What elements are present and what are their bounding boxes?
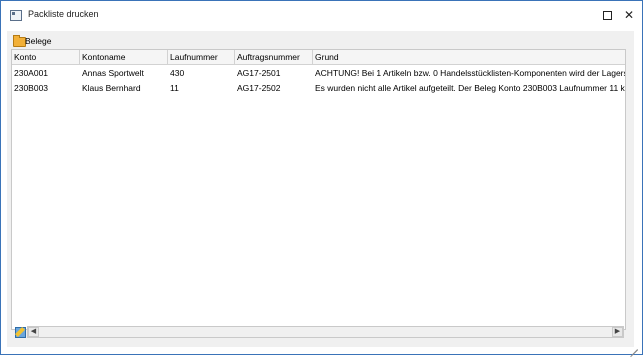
cell-kontoname: Annas Sportwelt — [82, 68, 144, 78]
horizontal-scrollbar[interactable]: ◀ ▶ — [27, 326, 624, 338]
maximize-icon — [602, 11, 612, 20]
close-icon: ✕ — [623, 8, 635, 22]
cell-laufnummer: 430 — [170, 68, 185, 78]
cell-kontoname: Klaus Bernhard — [82, 83, 141, 93]
cell-konto: 230B003 — [14, 83, 49, 93]
cell-grund: Es wurden nicht alle Artikel aufgeteilt.… — [315, 83, 625, 93]
close-button[interactable]: ✕ — [620, 6, 638, 24]
content-area: Belege Konto Kontoname Laufnummer Auftra… — [7, 31, 634, 347]
belege-grid: Konto Kontoname Laufnummer Auftragsnumme… — [11, 49, 626, 330]
belege-label[interactable]: Belege — [25, 36, 51, 46]
packliste-window: Packliste drucken ✕ Belege Konto Kontona… — [0, 0, 643, 357]
window-title: Packliste drucken — [28, 9, 99, 19]
column-header-grund[interactable]: Grund — [313, 50, 625, 64]
table-row[interactable]: 230A001 Annas Sportwelt 430 AG17-2501 AC… — [12, 66, 625, 80]
cell-konto: 230A001 — [14, 68, 49, 78]
scroll-left-arrow-icon[interactable]: ◀ — [28, 327, 39, 337]
cell-auftragsnummer: AG17-2502 — [237, 83, 281, 93]
column-header-auftragsnummer[interactable]: Auftragsnummer — [235, 50, 313, 64]
table-row[interactable]: 230B003 Klaus Bernhard 11 AG17-2502 Es w… — [12, 81, 625, 95]
toolbar: Belege — [7, 33, 634, 49]
title-bar: Packliste drucken ✕ — [1, 1, 642, 29]
cell-laufnummer: 11 — [170, 83, 179, 93]
app-window-icon — [10, 10, 22, 21]
scroll-right-arrow-icon[interactable]: ▶ — [612, 327, 623, 337]
edit-icon[interactable] — [15, 327, 26, 338]
cell-grund: ACHTUNG! Bei 1 Artikeln bzw. 0 Handelsst… — [315, 68, 625, 78]
cell-auftragsnummer: AG17-2501 — [237, 68, 281, 78]
column-header-kontoname[interactable]: Kontoname — [80, 50, 168, 64]
grid-header: Konto Kontoname Laufnummer Auftragsnumme… — [12, 50, 625, 65]
resize-grip-icon[interactable] — [626, 338, 638, 357]
column-header-laufnummer[interactable]: Laufnummer — [168, 50, 235, 64]
column-header-konto[interactable]: Konto — [12, 50, 80, 64]
maximize-button[interactable] — [598, 6, 616, 24]
